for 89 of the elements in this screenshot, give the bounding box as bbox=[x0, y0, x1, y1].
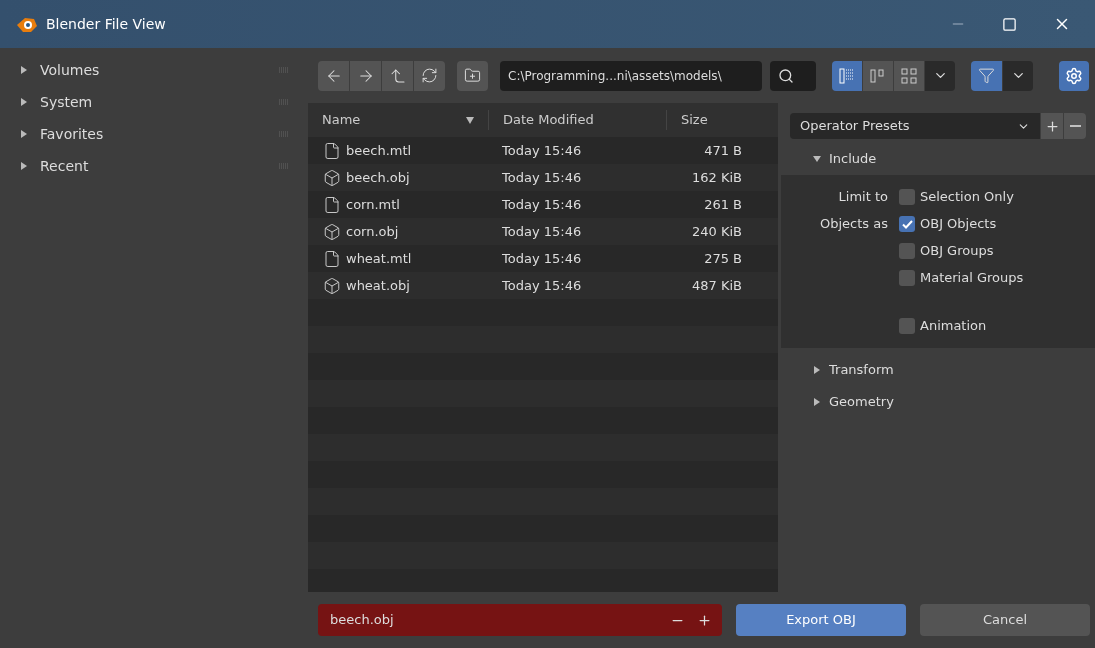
view-mode-toggle[interactable] bbox=[832, 60, 862, 91]
search-icon bbox=[778, 67, 794, 84]
date-cell-text: Today 15:46 bbox=[501, 195, 583, 214]
section-label: Favorites bbox=[40, 124, 105, 144]
file-name: beech.mtl bbox=[346, 141, 412, 160]
settings-icon bbox=[1065, 66, 1083, 85]
column-header[interactable]: Name bbox=[308, 110, 488, 130]
section-label: Volumes bbox=[40, 60, 101, 80]
sidebar-section[interactable]: Favorites bbox=[0, 118, 305, 150]
file-row[interactable]: beech.obj Today 15:46 162 KiB bbox=[308, 164, 778, 191]
disclosure-triangle-icon bbox=[20, 162, 28, 170]
size-cell-text: 261 B bbox=[703, 195, 742, 214]
file-icon bbox=[323, 195, 341, 214]
refresh-icon bbox=[421, 67, 438, 84]
checkbox-option[interactable]: Material Groups bbox=[899, 268, 1024, 288]
presets-dropdown[interactable]: Operator Presets bbox=[790, 113, 1040, 139]
file-row[interactable]: corn.obj Today 15:46 240 KiB bbox=[308, 218, 778, 245]
disclosure-triangle-icon bbox=[20, 98, 28, 106]
filter-icon bbox=[978, 67, 995, 84]
file-name: wheat.mtl bbox=[346, 249, 412, 268]
filename-field[interactable]: beech.obj bbox=[318, 604, 722, 636]
settings-toggle[interactable] bbox=[1059, 60, 1089, 91]
cube-icon bbox=[323, 222, 341, 241]
minus-icon bbox=[1069, 125, 1081, 127]
file-name: beech.obj bbox=[346, 168, 410, 187]
view-mode-toggle[interactable] bbox=[863, 60, 893, 91]
cube-icon bbox=[323, 168, 341, 187]
back-button[interactable] bbox=[318, 60, 349, 91]
checkbox-option[interactable]: OBJ Objects bbox=[899, 214, 997, 234]
size-cell-text: 240 KiB bbox=[691, 222, 742, 241]
new-folder-button[interactable] bbox=[457, 60, 488, 91]
add-preset-button[interactable] bbox=[1041, 113, 1063, 139]
parent-folder-button[interactable] bbox=[382, 60, 413, 91]
maximize-icon[interactable] bbox=[1002, 16, 1017, 32]
disclosure-triangle-icon bbox=[813, 398, 821, 406]
date-cell-text: Today 15:46 bbox=[501, 222, 583, 241]
list-view-icon bbox=[839, 67, 855, 84]
column-header[interactable]: Date Modified bbox=[488, 110, 666, 130]
grid-view-icon bbox=[901, 67, 917, 84]
checkbox-option[interactable]: OBJ Groups bbox=[899, 241, 994, 261]
file-name: corn.mtl bbox=[346, 195, 400, 214]
file-row[interactable]: wheat.obj Today 15:46 487 KiB bbox=[308, 272, 778, 299]
column-header[interactable]: Size bbox=[666, 110, 778, 130]
option-label: Objects as bbox=[819, 215, 889, 234]
sidebar-section[interactable]: Volumes bbox=[0, 54, 305, 86]
disclosure-triangle-icon bbox=[813, 366, 821, 374]
path-field[interactable]: C:\Programming...ni\assets\models\ bbox=[500, 60, 762, 91]
filter-toggle[interactable] bbox=[971, 60, 1002, 91]
section-label: Recent bbox=[40, 156, 90, 176]
search-button[interactable] bbox=[770, 60, 816, 91]
disclosure-triangle-icon bbox=[20, 130, 28, 138]
size-cell-text: 162 KiB bbox=[691, 168, 742, 187]
file-name: wheat.obj bbox=[346, 276, 410, 295]
size-cell-text: 275 B bbox=[703, 249, 742, 268]
checkbox-option[interactable]: Selection Only bbox=[899, 187, 1014, 207]
file-icon bbox=[323, 249, 341, 268]
plus-icon bbox=[1044, 118, 1060, 134]
window-title: Blender File View bbox=[46, 14, 166, 34]
file-name: corn.obj bbox=[346, 222, 399, 241]
panel-header[interactable]: Transform bbox=[781, 354, 1095, 386]
remove-preset-button[interactable] bbox=[1064, 113, 1086, 139]
size-cell-text: 487 KiB bbox=[691, 276, 742, 295]
checkbox-option[interactable]: Animation bbox=[899, 316, 987, 336]
export-button[interactable]: Export OBJ bbox=[736, 604, 906, 636]
file-icon bbox=[323, 141, 341, 160]
panel-header[interactable]: Include bbox=[781, 143, 1095, 175]
increment-icon[interactable] bbox=[697, 612, 712, 628]
columns-view-icon bbox=[870, 67, 886, 84]
forward-button[interactable] bbox=[350, 60, 381, 91]
section-label: System bbox=[40, 92, 94, 112]
folder-plus-icon bbox=[464, 67, 481, 84]
option-label: Limit to bbox=[837, 188, 889, 207]
up-arrow-icon bbox=[388, 66, 407, 85]
date-cell-text: Today 15:46 bbox=[501, 276, 583, 295]
cancel-button[interactable]: Cancel bbox=[920, 604, 1090, 636]
panel-header[interactable]: Geometry bbox=[781, 386, 1095, 418]
cube-icon bbox=[323, 276, 341, 295]
checkmark-icon bbox=[901, 219, 913, 229]
app-logo bbox=[16, 15, 38, 33]
date-cell-text: Today 15:46 bbox=[501, 168, 583, 187]
disclosure-triangle-icon bbox=[20, 66, 28, 74]
refresh-button[interactable] bbox=[414, 60, 445, 91]
sidebar-section[interactable]: System bbox=[0, 86, 305, 118]
sidebar-section[interactable]: Recent bbox=[0, 150, 305, 182]
date-cell-text: Today 15:46 bbox=[501, 141, 583, 160]
view-mode-toggle[interactable] bbox=[894, 60, 924, 91]
date-cell-text: Today 15:46 bbox=[501, 249, 583, 268]
size-cell-text: 471 B bbox=[703, 141, 742, 160]
disclosure-triangle-icon bbox=[813, 155, 821, 163]
